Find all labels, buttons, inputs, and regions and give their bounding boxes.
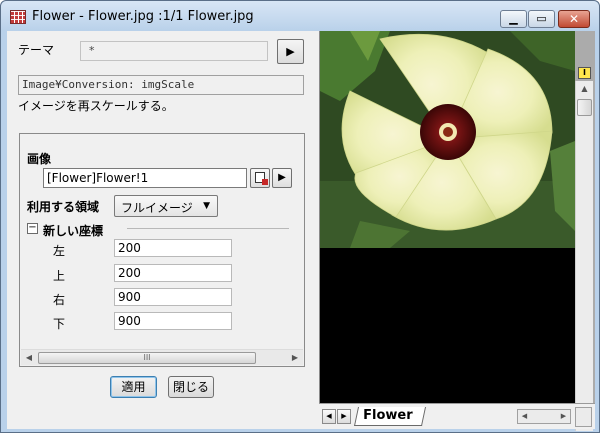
sheet-tab-flower[interactable]: Flower xyxy=(353,407,426,426)
image-menu-button[interactable]: ▶ xyxy=(272,168,292,188)
size-grip[interactable] xyxy=(575,407,592,427)
function-summary: イメージを再スケールする。 xyxy=(18,99,174,113)
sheet-tab-label: Flower xyxy=(363,408,413,423)
settings-panel: 画像 [Flower]Flower!1 ▶ 利用する領域 フルイメージ ▼ − … xyxy=(19,133,305,367)
panel-hscrollbar[interactable]: ◀ III ▶ xyxy=(21,349,303,365)
worksheet-app-icon xyxy=(10,10,26,24)
select-image-button[interactable] xyxy=(250,168,270,188)
vscroll-thumb[interactable] xyxy=(577,99,592,116)
region-select-value: フルイメージ xyxy=(121,201,193,215)
collapse-icon[interactable]: − xyxy=(27,223,38,234)
left-label: 左 xyxy=(53,244,66,258)
next-sheet-icon[interactable]: ▶ xyxy=(337,409,351,424)
window-client: テーマ * ▶ Image¥Conversion: imgScale イメージを… xyxy=(7,31,595,431)
dialog-panel: テーマ * ▶ Image¥Conversion: imgScale イメージを… xyxy=(7,31,317,429)
image-view xyxy=(319,31,595,429)
image-label: 画像 xyxy=(27,152,52,166)
maximize-button[interactable]: ▭ xyxy=(528,10,555,28)
scroll-right-icon[interactable]: ▶ xyxy=(557,410,570,423)
app-window: Flower - Flower.jpg :1/1 Flower.jpg ▁ ▭ … xyxy=(0,0,600,433)
play-arrow-icon: ▶ xyxy=(286,45,295,58)
theme-field[interactable]: * xyxy=(80,41,268,61)
scroll-right-icon[interactable]: ▶ xyxy=(287,351,303,365)
sheet-tab-bar: ◀ ▶ Flower ◀ ▶ xyxy=(319,403,595,429)
tab-hscrollbar[interactable]: ◀ ▶ xyxy=(517,409,571,424)
group-divider xyxy=(127,228,289,229)
right-input[interactable]: 900 xyxy=(114,288,232,306)
previous-sheet-icon[interactable]: ◀ xyxy=(322,409,336,424)
image-input[interactable]: [Flower]Flower!1 xyxy=(43,168,247,188)
scroll-left-icon[interactable]: ◀ xyxy=(21,351,37,365)
maximize-icon: ▭ xyxy=(536,12,547,25)
coords-title: 新しい座標 xyxy=(43,224,104,238)
flower-photo xyxy=(320,31,575,248)
left-input[interactable]: 200 xyxy=(114,239,232,257)
theme-label: テーマ xyxy=(18,43,55,57)
window-title: Flower - Flower.jpg :1/1 Flower.jpg xyxy=(32,9,254,24)
right-label: 右 xyxy=(53,293,66,307)
scroll-up-icon[interactable]: ▲ xyxy=(576,81,593,97)
image-canvas[interactable] xyxy=(320,31,575,403)
close-icon: ✕ xyxy=(568,12,580,26)
play-arrow-icon: ▶ xyxy=(278,172,286,183)
top-label: 上 xyxy=(53,269,66,283)
minimize-button[interactable]: ▁ xyxy=(500,10,527,28)
theme-menu-button[interactable]: ▶ xyxy=(277,39,304,64)
scroll-left-icon[interactable]: ◀ xyxy=(518,410,531,423)
bottom-input[interactable]: 900 xyxy=(114,312,232,330)
close-window-button[interactable]: ✕ xyxy=(558,10,590,28)
function-description: Image¥Conversion: imgScale xyxy=(18,75,304,95)
bottom-label: 下 xyxy=(53,317,66,331)
locked-image-badge: I xyxy=(578,67,591,79)
title-bar[interactable]: Flower - Flower.jpg :1/1 Flower.jpg ▁ ▭ … xyxy=(1,1,599,31)
minimize-icon: ▁ xyxy=(509,12,518,25)
close-button[interactable]: 閉じる xyxy=(168,376,214,398)
region-label: 利用する領域 xyxy=(27,200,100,214)
top-input[interactable]: 200 xyxy=(114,264,232,282)
image-vscrollbar[interactable]: ▲ ▼ xyxy=(575,81,593,431)
apply-button[interactable]: 適用 xyxy=(110,376,157,398)
region-select[interactable]: フルイメージ ▼ xyxy=(114,195,218,217)
hscroll-thumb[interactable]: III xyxy=(38,352,256,364)
select-image-icon xyxy=(255,172,268,185)
chevron-down-icon: ▼ xyxy=(203,201,210,211)
